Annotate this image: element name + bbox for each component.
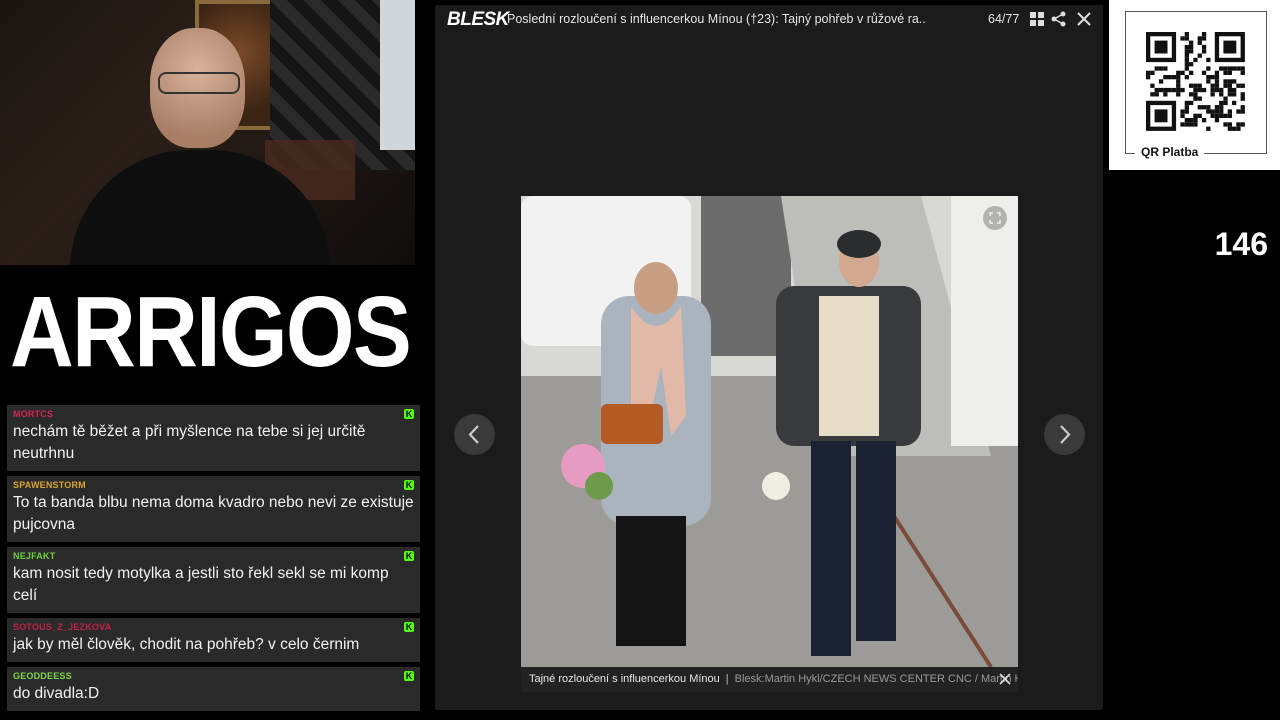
- chat-username[interactable]: SOTOUS_Z_JEZKOVA: [13, 622, 414, 632]
- kick-badge-icon: K: [404, 409, 414, 419]
- close-icon[interactable]: [1075, 10, 1093, 28]
- gallery-photo[interactable]: [521, 196, 1018, 667]
- channel-logo-text: ARRIGOS: [10, 276, 410, 383]
- caption-separator: |: [725, 673, 729, 685]
- expand-icon: [989, 212, 1001, 224]
- caption-text: Tajné rozloučení s influencerkou Mínou: [529, 673, 720, 685]
- previous-photo-button[interactable]: [454, 414, 495, 455]
- gallery-header: BLESK Poslední rozloučení s influencerko…: [435, 5, 1103, 34]
- caption-close-icon[interactable]: [998, 667, 1012, 692]
- kick-badge-icon: K: [404, 671, 414, 681]
- chevron-left-icon: [468, 425, 479, 444]
- next-photo-button[interactable]: [1044, 414, 1085, 455]
- photo-credit: Blesk:Martin Hykl/CZECH NEWS CENTER CNC …: [734, 673, 1018, 685]
- chat-panel: MORTCS nechám tě běžet a při myšlence na…: [7, 405, 420, 715]
- gallery-counter: 64/77: [988, 12, 1020, 26]
- kick-badge-icon: K: [404, 480, 414, 490]
- streamer-glasses: [158, 72, 240, 94]
- qr-frame: [1125, 11, 1267, 154]
- chat-text: kam nosit tedy motylka a jestli sto řekl…: [13, 565, 389, 604]
- chat-username[interactable]: NEJFAKT: [13, 551, 414, 561]
- channel-logo: ARRIGOS: [10, 276, 412, 383]
- chat-message: NEJFAKT kam nosit tedy motylka a jestli …: [7, 547, 420, 613]
- window-background: [380, 0, 415, 150]
- photo-illustration: [521, 196, 1018, 667]
- photo-caption: Tajné rozloučení s influencerkou Mínou | B…: [521, 667, 1018, 692]
- chat-text: To ta banda blbu nema doma kvadro nebo n…: [13, 494, 414, 533]
- fullscreen-button[interactable]: [983, 206, 1007, 230]
- kick-badge-icon: K: [404, 622, 414, 632]
- gallery-title: Poslední rozloučení s influencerkou Míno…: [507, 12, 927, 26]
- chat-text: do divadla:D: [13, 685, 100, 702]
- viewer-count: 146: [1214, 226, 1268, 262]
- kick-badge-icon: K: [404, 551, 414, 561]
- grid-icon[interactable]: [1028, 10, 1046, 28]
- share-icon[interactable]: [1050, 10, 1068, 28]
- chat-message: SOTOUS_Z_JEZKOVA jak by měl člověk, chod…: [7, 618, 420, 662]
- chat-username[interactable]: GEODDEESS: [13, 671, 414, 681]
- chat-text: jak by měl člověk, chodit na pohřeb? v c…: [13, 636, 360, 653]
- photo-gallery-viewer: BLESK Poslední rozloučení s influencerko…: [435, 5, 1103, 710]
- webcam-feed: [0, 0, 415, 265]
- chat-message: GEODDEESS do divadla:D K: [7, 667, 420, 711]
- chat-text: nechám tě běžet a při myšlence na tebe s…: [13, 423, 366, 462]
- chat-message: MORTCS nechám tě běžet a při myšlence na…: [7, 405, 420, 471]
- chevron-right-icon: [1060, 425, 1071, 444]
- chat-message: SPAWENSTORM To ta banda blbu nema doma k…: [7, 476, 420, 542]
- chat-username[interactable]: SPAWENSTORM: [13, 480, 414, 490]
- blesk-logo[interactable]: BLESK: [447, 9, 509, 31]
- chat-username[interactable]: MORTCS: [13, 409, 414, 419]
- qr-payment-panel: QR Platba: [1109, 0, 1280, 170]
- qr-label: QR Platba: [1135, 145, 1205, 159]
- qr-code-icon: [1146, 32, 1245, 131]
